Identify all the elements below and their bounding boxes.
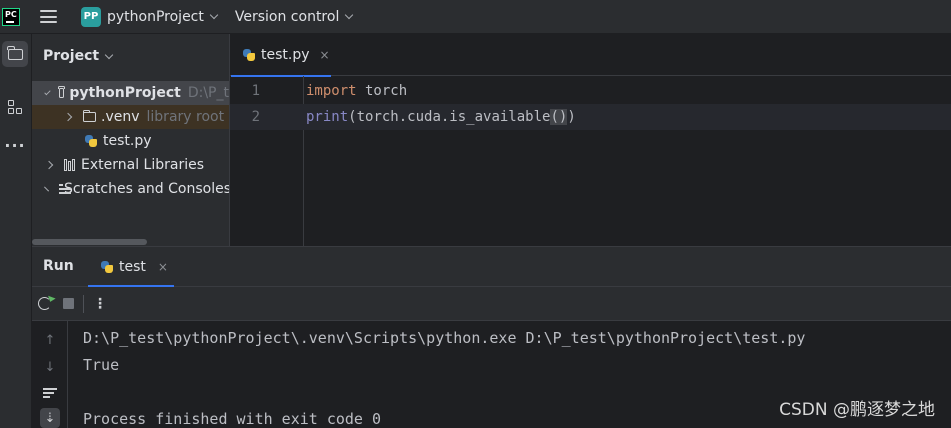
editor: test.py × 1 import torch 2 print(torch.c… bbox=[229, 34, 951, 246]
project-badge[interactable]: PP bbox=[81, 6, 101, 27]
python-file-icon bbox=[84, 134, 98, 148]
collapse-arrow-icon[interactable] bbox=[63, 112, 73, 122]
editor-tab-bar: test.py × bbox=[230, 34, 951, 77]
code-area[interactable]: 1 import torch 2 print(torch.cuda.is_ava… bbox=[230, 76, 951, 246]
line-number: 1 bbox=[251, 83, 260, 99]
watermark: CSDN @鹏逐梦之地 bbox=[779, 400, 935, 420]
run-toolbar: ⋮ bbox=[32, 287, 951, 321]
tree-item-hint: library root bbox=[146, 109, 225, 125]
project-panel: Project pythonProject D:\P_t .venv libra… bbox=[32, 34, 229, 246]
tree-item-label: test.py bbox=[103, 133, 152, 149]
run-tab-test[interactable]: test × bbox=[88, 247, 174, 287]
chevron-down-icon bbox=[209, 10, 219, 20]
code-line[interactable]: 1 import torch bbox=[230, 78, 951, 104]
arrow-down-icon[interactable]: ↓ bbox=[40, 357, 60, 377]
code-text: print(torch.cuda.is_available()) bbox=[306, 109, 576, 125]
stop-icon[interactable] bbox=[63, 298, 74, 309]
libraries-icon bbox=[64, 159, 77, 171]
console-side-toolbar: ↑ ↓ ⇣ bbox=[32, 321, 68, 428]
main-menu-icon[interactable] bbox=[40, 10, 57, 23]
tree-item-pythonproject[interactable]: pythonProject D:\P_t bbox=[32, 81, 229, 105]
expand-arrow-icon[interactable] bbox=[44, 88, 51, 95]
close-icon[interactable]: × bbox=[158, 260, 168, 274]
tab-label: test.py bbox=[261, 47, 310, 63]
console-line: Process finished with exit code 0 bbox=[83, 410, 382, 428]
more-dots-icon: ··· bbox=[4, 135, 26, 155]
run-panel-title: Run bbox=[43, 258, 74, 274]
tree-item-label: pythonProject bbox=[69, 85, 181, 101]
tree-item-scratches[interactable]: Scratches and Consoles bbox=[32, 177, 229, 201]
structure-tool-button[interactable] bbox=[2, 94, 28, 120]
project-panel-header[interactable]: Project bbox=[32, 34, 229, 78]
more-tools-button[interactable]: ··· bbox=[2, 132, 28, 158]
rerun-icon[interactable] bbox=[38, 297, 51, 310]
project-tool-button[interactable] bbox=[2, 41, 28, 67]
left-tool-strip-bottom bbox=[0, 246, 32, 428]
scroll-to-end-icon[interactable]: ⇣ bbox=[40, 408, 60, 428]
collapse-arrow-icon[interactable] bbox=[44, 160, 54, 170]
close-icon[interactable]: × bbox=[320, 48, 330, 62]
chevron-down-icon bbox=[104, 50, 114, 59]
tree-item-label: External Libraries bbox=[81, 157, 204, 173]
tree-item-label: .venv bbox=[101, 109, 140, 125]
title-bar: PC PP pythonProject Version control bbox=[0, 0, 951, 34]
soft-wrap-button[interactable] bbox=[40, 383, 60, 403]
folder-icon bbox=[7, 45, 23, 60]
more-options-icon[interactable]: ⋮ bbox=[93, 296, 107, 312]
code-text: import torch bbox=[306, 83, 408, 99]
tree-item-venv[interactable]: .venv library root bbox=[32, 105, 229, 129]
toolbar-separator bbox=[83, 294, 84, 313]
project-switcher[interactable]: pythonProject bbox=[107, 9, 204, 25]
tree-item-label: Scratches and Consoles bbox=[64, 181, 229, 197]
run-panel-header: Run test × bbox=[32, 247, 951, 287]
python-file-icon bbox=[100, 260, 114, 274]
code-line-current[interactable]: 2 print(torch.cuda.is_available()) bbox=[230, 104, 951, 130]
folder-icon bbox=[58, 85, 66, 98]
soft-wrap-icon bbox=[43, 388, 57, 398]
tab-test-py[interactable]: test.py × bbox=[230, 34, 334, 77]
pycharm-logo-icon: PC bbox=[2, 7, 20, 26]
project-panel-title: Project bbox=[43, 48, 100, 64]
console-line: True bbox=[83, 356, 120, 374]
version-control-menu[interactable]: Version control bbox=[235, 9, 339, 25]
collapse-arrow-icon[interactable] bbox=[44, 186, 49, 192]
horizontal-scrollbar[interactable] bbox=[32, 239, 147, 245]
console-line: D:\P_test\pythonProject\.venv\Scripts\py… bbox=[83, 329, 806, 347]
arrow-up-icon[interactable]: ↑ bbox=[40, 330, 60, 350]
chevron-down-icon bbox=[345, 10, 354, 20]
tree-item-test-py[interactable]: test.py bbox=[32, 129, 229, 153]
structure-icon bbox=[7, 99, 23, 115]
line-number: 2 bbox=[251, 109, 260, 125]
python-file-icon bbox=[242, 48, 256, 62]
tree-item-external-libraries[interactable]: External Libraries bbox=[32, 153, 229, 177]
run-tab-label: test bbox=[119, 259, 146, 275]
folder-icon bbox=[82, 109, 96, 122]
tree-item-path: D:\P_t bbox=[187, 85, 229, 101]
